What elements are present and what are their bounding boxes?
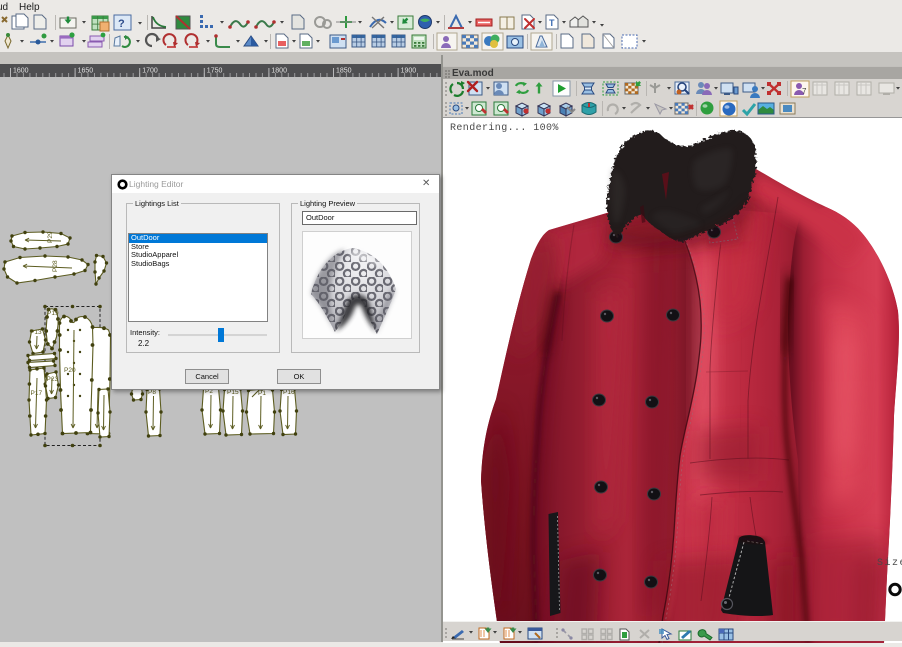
svg-text:1800: 1800: [271, 68, 287, 75]
svg-text:T: T: [549, 18, 555, 28]
svg-text:1700: 1700: [142, 68, 158, 75]
svg-text:1750: 1750: [207, 68, 223, 75]
svg-text:P8: P8: [148, 389, 156, 396]
svg-text:P13: P13: [30, 329, 42, 336]
svg-text:P29: P29: [47, 231, 54, 243]
svg-text:1850: 1850: [336, 68, 352, 75]
svg-text:P19: P19: [47, 310, 59, 317]
svg-text:P16: P16: [283, 389, 295, 396]
svg-text:P15: P15: [227, 389, 239, 396]
svg-text:P20: P20: [64, 367, 76, 374]
svg-text:1600: 1600: [13, 68, 29, 75]
svg-text:1650: 1650: [78, 68, 94, 75]
svg-text:7: 7: [802, 87, 807, 96]
svg-text:P1: P1: [258, 390, 266, 397]
svg-text:P23: P23: [47, 376, 59, 383]
svg-text:P28: P28: [52, 260, 59, 272]
svg-text:1900: 1900: [401, 68, 417, 75]
svg-text:?: ?: [118, 18, 125, 30]
